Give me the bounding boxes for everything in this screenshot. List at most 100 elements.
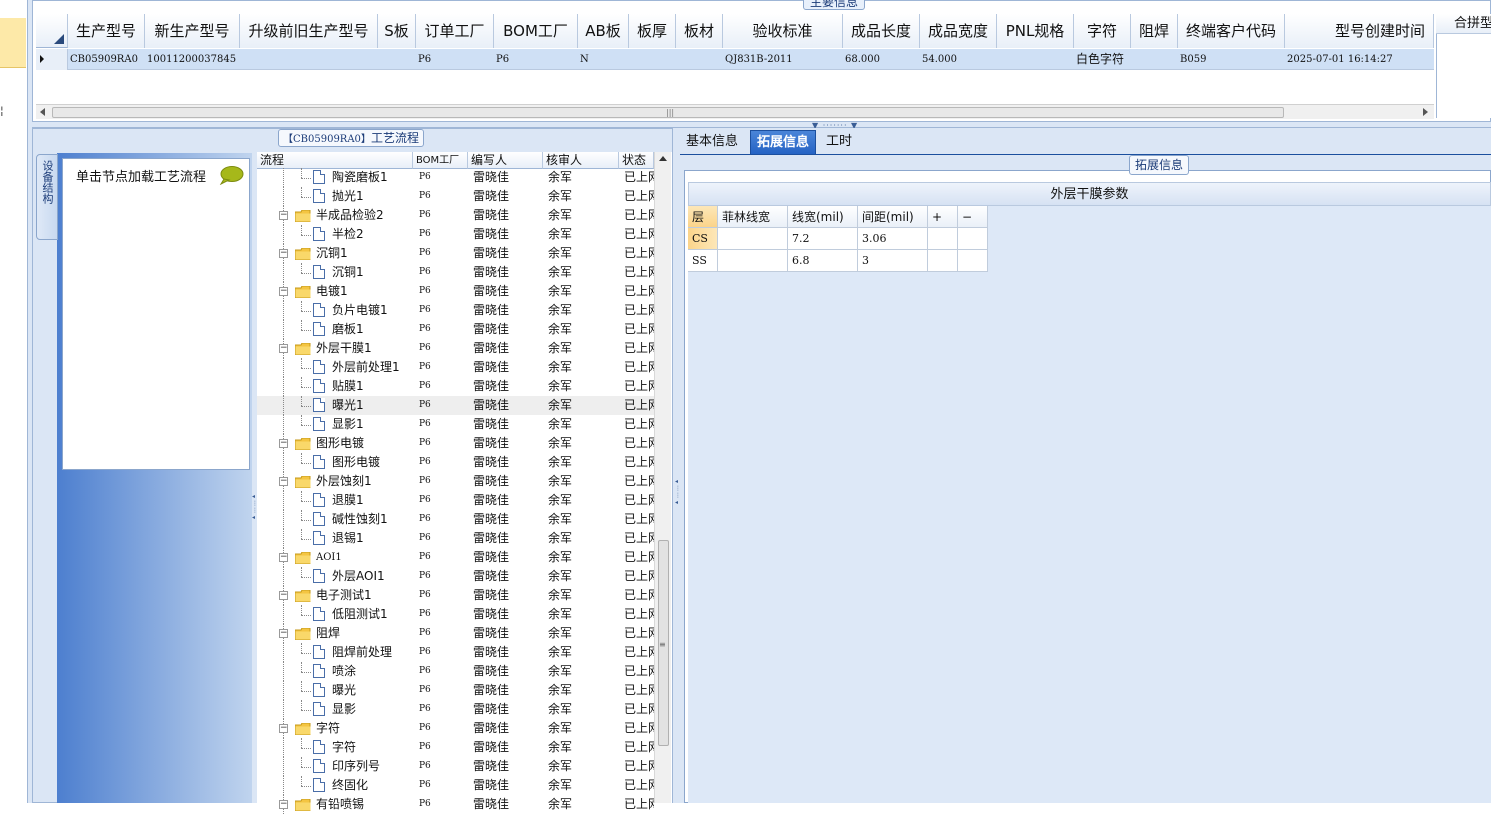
param-cell-line-width[interactable]: 7.2 bbox=[788, 228, 858, 250]
collapse-icon[interactable]: − bbox=[279, 439, 288, 448]
collapse-icon[interactable]: − bbox=[279, 591, 288, 600]
param-col-film[interactable]: 菲林线宽 bbox=[718, 206, 788, 228]
param-cell-film[interactable] bbox=[718, 250, 788, 272]
grid-cell-thickness[interactable] bbox=[629, 49, 676, 70]
process-row[interactable]: − 图形电镀 P6 雷晓佳 余军 已上网 bbox=[257, 434, 654, 453]
param-cell-spacing[interactable]: 3.06 bbox=[858, 228, 928, 250]
process-row[interactable]: 退锡1 P6 雷晓佳 余军 已上网 bbox=[257, 529, 654, 548]
process-row[interactable]: 半检2 P6 雷晓佳 余军 已上网 bbox=[257, 225, 654, 244]
grid-col-header[interactable]: PNL规格 bbox=[997, 14, 1074, 48]
tab-basic-info[interactable]: 基本信息 bbox=[680, 130, 744, 154]
tab-extended-info[interactable]: 拓展信息 bbox=[750, 130, 817, 154]
grid-corner[interactable] bbox=[36, 14, 68, 48]
grid-col-header[interactable]: 成品宽度 bbox=[920, 14, 997, 48]
col-header-bom[interactable]: BOM工厂 bbox=[413, 152, 468, 169]
process-row[interactable]: 显影1 P6 雷晓佳 余军 已上网 bbox=[257, 415, 654, 434]
vertical-splitter-right[interactable]: ◂ ⋮ ⋮ ◂ bbox=[672, 128, 681, 803]
grid-cell-s-board[interactable] bbox=[378, 49, 416, 70]
grid-cell-standard[interactable]: QJ831B-2011 bbox=[723, 49, 843, 70]
grid-cell-solder[interactable] bbox=[1131, 49, 1178, 70]
param-cell-empty[interactable] bbox=[958, 228, 988, 250]
param-col-line-width[interactable]: 线宽(mil) bbox=[788, 206, 858, 228]
process-row[interactable]: 字符 P6 雷晓佳 余军 已上网 bbox=[257, 738, 654, 757]
col-header-process[interactable]: 流程 bbox=[257, 152, 413, 169]
process-row[interactable]: 终固化 P6 雷晓佳 余军 已上网 bbox=[257, 776, 654, 795]
grid-cell-pnl[interactable] bbox=[997, 49, 1074, 70]
process-row[interactable]: 负片电镀1 P6 雷晓佳 余军 已上网 bbox=[257, 301, 654, 320]
process-row[interactable]: 印序列号 P6 雷晓佳 余军 已上网 bbox=[257, 757, 654, 776]
process-row[interactable]: 贴膜1 P6 雷晓佳 余军 已上网 bbox=[257, 377, 654, 396]
collapse-icon[interactable]: − bbox=[279, 249, 288, 258]
grid-cell-length[interactable]: 68.000 bbox=[843, 49, 920, 70]
grid-col-header[interactable]: 阻焊 bbox=[1131, 14, 1178, 48]
grid-cell-order-factory[interactable]: P6 bbox=[416, 49, 494, 70]
grid-cell-bom-factory[interactable]: P6 bbox=[494, 49, 578, 70]
grid-horizontal-scrollbar[interactable]: ||| bbox=[36, 104, 1434, 119]
collapse-icon[interactable]: − bbox=[279, 211, 288, 220]
process-row[interactable]: 陶瓷磨板1 P6 雷晓佳 余军 已上网 bbox=[257, 168, 654, 187]
param-cell-spacing[interactable]: 3 bbox=[858, 250, 928, 272]
param-cell-layer[interactable]: SS bbox=[688, 250, 718, 272]
process-row[interactable]: − 沉铜1 P6 雷晓佳 余军 已上网 bbox=[257, 244, 654, 263]
process-row[interactable]: 显影 P6 雷晓佳 余军 已上网 bbox=[257, 700, 654, 719]
collapse-icon[interactable]: − bbox=[279, 800, 288, 809]
param-remove-button[interactable]: − bbox=[958, 206, 988, 228]
collapse-icon[interactable]: − bbox=[279, 287, 288, 296]
process-row[interactable]: 磨板1 P6 雷晓佳 余军 已上网 bbox=[257, 320, 654, 339]
grid-col-header[interactable]: BOM工厂 bbox=[494, 14, 578, 48]
process-row[interactable]: − 电镀1 P6 雷晓佳 余军 已上网 bbox=[257, 282, 654, 301]
scroll-up-icon[interactable] bbox=[659, 156, 667, 161]
process-row[interactable]: 图形电镀 P6 雷晓佳 余军 已上网 bbox=[257, 453, 654, 472]
process-row[interactable]: − 有铅喷锡 P6 雷晓佳 余军 已上网 bbox=[257, 795, 654, 814]
merge-column-header[interactable]: 合拼型 bbox=[1436, 14, 1491, 34]
process-row[interactable]: − AOI1 P6 雷晓佳 余军 已上网 bbox=[257, 548, 654, 567]
grid-col-header[interactable]: 订单工厂 bbox=[416, 14, 494, 48]
process-row[interactable]: 抛光1 P6 雷晓佳 余军 已上网 bbox=[257, 187, 654, 206]
collapse-icon[interactable]: − bbox=[279, 553, 288, 562]
grid-cell-ab-board[interactable]: N bbox=[578, 49, 629, 70]
grid-cell-prod-model[interactable]: CB05909RA0 bbox=[68, 49, 145, 70]
grid-cell-customer-code[interactable]: B059 bbox=[1178, 49, 1285, 70]
param-add-button[interactable]: + bbox=[928, 206, 958, 228]
collapse-icon[interactable]: − bbox=[279, 629, 288, 638]
tab-work-hours[interactable]: 工时 bbox=[820, 130, 858, 154]
col-header-status[interactable]: 状态 bbox=[619, 152, 654, 169]
process-row[interactable]: − 半成品检验2 P6 雷晓佳 余军 已上网 bbox=[257, 206, 654, 225]
left-dock-highlight[interactable] bbox=[0, 18, 26, 68]
process-row[interactable]: − 阻焊 P6 雷晓佳 余军 已上网 bbox=[257, 624, 654, 643]
grid-col-header[interactable]: 板厚 bbox=[629, 14, 676, 48]
structure-tree-box[interactable] bbox=[62, 158, 250, 470]
process-row[interactable]: 低阻测试1 P6 雷晓佳 余军 已上网 bbox=[257, 605, 654, 624]
param-cell-empty[interactable] bbox=[928, 228, 958, 250]
grid-col-header[interactable]: 字符 bbox=[1074, 14, 1131, 48]
process-row[interactable]: 退膜1 P6 雷晓佳 余军 已上网 bbox=[257, 491, 654, 510]
collapse-icon[interactable]: − bbox=[279, 344, 288, 353]
param-cell-line-width[interactable]: 6.8 bbox=[788, 250, 858, 272]
grid-col-header[interactable]: S板 bbox=[378, 14, 416, 48]
process-row[interactable]: − 外层蚀刻1 P6 雷晓佳 余军 已上网 bbox=[257, 472, 654, 491]
param-cell-empty[interactable] bbox=[958, 250, 988, 272]
grid-cell-created[interactable]: 2025-07-01 16:14:27 bbox=[1285, 49, 1434, 70]
process-row[interactable]: 外层前处理1 P6 雷晓佳 余军 已上网 bbox=[257, 358, 654, 377]
process-row[interactable]: 阻焊前处理 P6 雷晓佳 余军 已上网 bbox=[257, 643, 654, 662]
process-row[interactable]: − 外层干膜1 P6 雷晓佳 余军 已上网 bbox=[257, 339, 654, 358]
grid-cell-new-model[interactable]: 10011200037845 bbox=[145, 49, 240, 70]
process-row[interactable]: 沉铜1 P6 雷晓佳 余军 已上网 bbox=[257, 263, 654, 282]
col-header-reviewer[interactable]: 核审人 bbox=[543, 152, 619, 169]
process-row[interactable]: − 字符 P6 雷晓佳 余军 已上网 bbox=[257, 719, 654, 738]
param-col-spacing[interactable]: 间距(mil) bbox=[858, 206, 928, 228]
col-header-writer[interactable]: 编写人 bbox=[468, 152, 543, 169]
grid-cell-material[interactable] bbox=[676, 49, 723, 70]
grid-cell-old-model[interactable] bbox=[240, 49, 378, 70]
param-cell-film[interactable] bbox=[718, 228, 788, 250]
param-cell-empty[interactable] bbox=[928, 250, 958, 272]
grid-col-header[interactable]: AB板 bbox=[578, 14, 629, 48]
grid-col-header[interactable]: 升级前旧生产型号 bbox=[240, 14, 378, 48]
grid-cell-width[interactable]: 54.000 bbox=[920, 49, 997, 70]
process-row[interactable]: 碱性蚀刻1 P6 雷晓佳 余军 已上网 bbox=[257, 510, 654, 529]
process-row[interactable]: 曝光1 P6 雷晓佳 余军 已上网 bbox=[257, 396, 654, 415]
grid-cell-char[interactable]: 白色字符 bbox=[1074, 49, 1131, 70]
collapse-icon[interactable]: − bbox=[279, 477, 288, 486]
process-row[interactable]: − 电子测试1 P6 雷晓佳 余军 已上网 bbox=[257, 586, 654, 605]
process-flow-vertical-scrollbar[interactable]: ≡ bbox=[654, 152, 671, 803]
